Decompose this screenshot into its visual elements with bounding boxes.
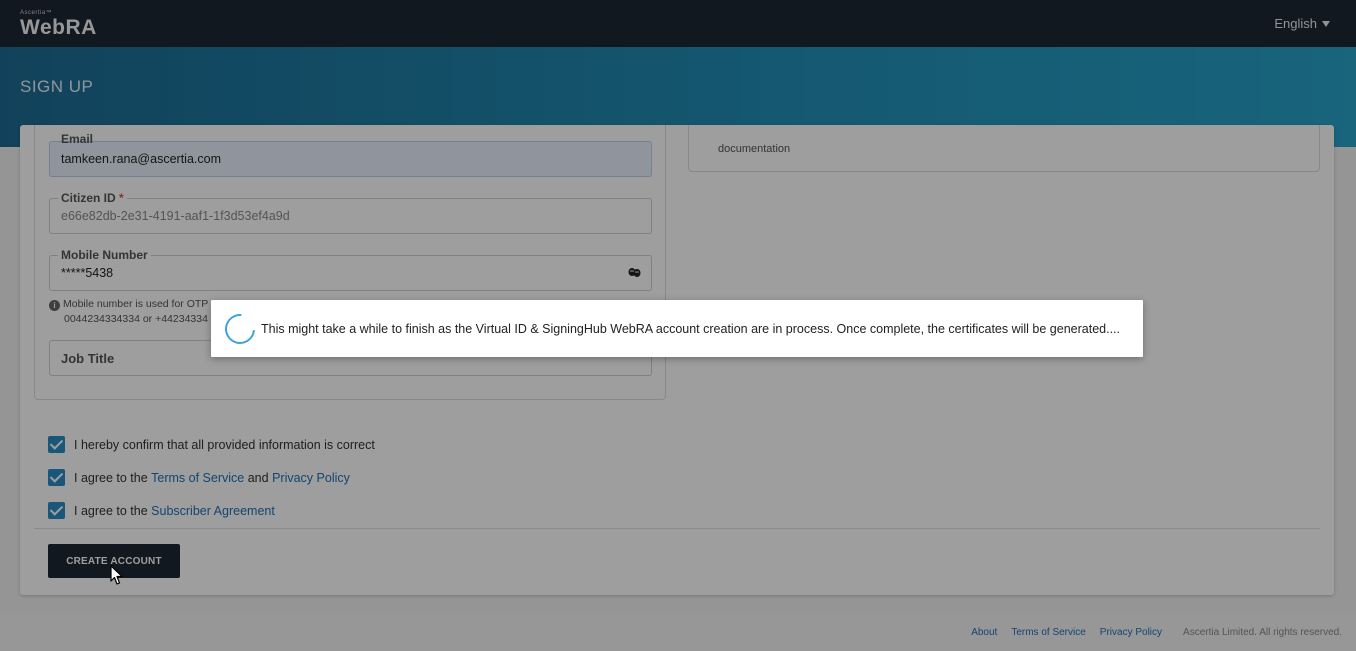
processing-message: This might take a while to finish as the… [261,321,1121,336]
processing-dialog: This might take a while to finish as the… [211,300,1143,357]
loading-spinner-icon [218,307,262,350]
